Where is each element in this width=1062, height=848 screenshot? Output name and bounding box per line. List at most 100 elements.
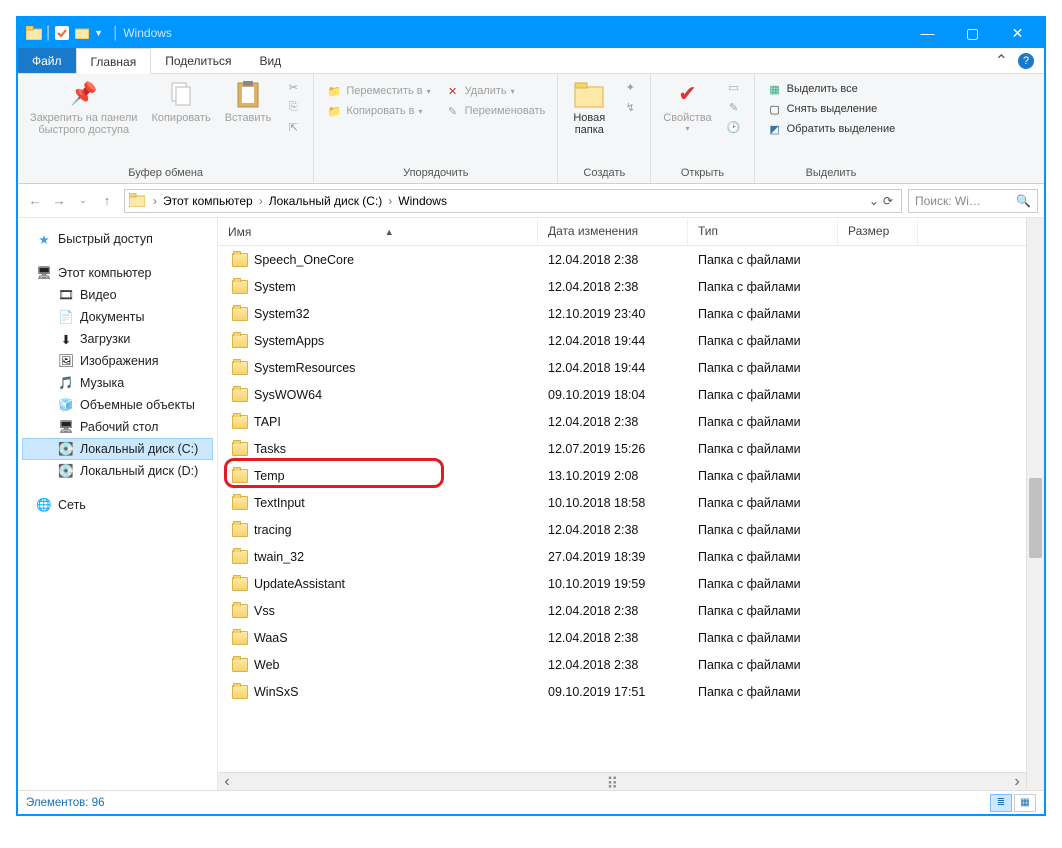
open-button[interactable]: ▭ [722,78,746,96]
folder-icon [232,496,248,510]
edit-button[interactable]: ✎ [722,98,746,116]
col-size[interactable]: Размер [838,218,918,245]
col-name[interactable]: Имя▲ [218,218,538,245]
properties-button[interactable]: ✔ Свойства ▾ [657,76,717,135]
tab-home[interactable]: Главная [76,48,152,74]
crumb-drive[interactable]: Локальный диск (C:) [267,194,385,208]
table-row[interactable]: System 12.04.2018 2:38 Папка с файлами [218,273,1026,300]
breadcrumb[interactable]: › Этот компьютер › Локальный диск (C:) ›… [124,189,902,213]
new-folder-button[interactable]: Новая папка [564,76,614,138]
copy-path-button[interactable]: ⎘ [281,98,305,116]
nav-recent-button[interactable]: ⌄ [72,190,94,212]
history-dropdown-icon[interactable]: ⌄ [869,194,879,208]
title-separator: | [113,24,117,42]
tree-pictures[interactable]: 🖼Изображения [22,350,213,372]
tree-drive-c[interactable]: 💽Локальный диск (C:) [22,438,213,460]
file-name: SysWOW64 [254,388,322,402]
tree-downloads[interactable]: ⬇Загрузки [22,328,213,350]
crumb-folder[interactable]: Windows [396,194,449,208]
col-type[interactable]: Тип [688,218,838,245]
table-row[interactable]: tracing 12.04.2018 2:38 Папка с файлами [218,516,1026,543]
copy-to-button[interactable]: 📁Копировать в ▾ [322,102,434,120]
select-invert-button[interactable]: ◩Обратить выделение [763,120,900,138]
paste-button[interactable]: Вставить [219,76,278,126]
collapse-ribbon-icon[interactable]: ⌃ [995,51,1008,71]
tree-drive-d[interactable]: 💽Локальный диск (D:) [22,460,213,482]
crumb-pc[interactable]: Этот компьютер [161,194,255,208]
folder-icon [232,388,248,402]
close-button[interactable]: ✕ [995,19,1040,47]
easy-access-button[interactable]: ↯ [618,98,642,116]
table-row[interactable]: SystemApps 12.04.2018 19:44 Папка с файл… [218,327,1026,354]
table-row[interactable]: Speech_OneCore 12.04.2018 2:38 Папка с ф… [218,246,1026,273]
horizontal-scrollbar[interactable]: ‹ ⠿ › [218,772,1026,790]
tree-this-pc[interactable]: 🖥Этот компьютер [22,262,213,284]
new-item-icon: ✦ [622,79,638,95]
scroll-right-icon[interactable]: › [1008,773,1026,791]
nav-back-button[interactable]: ← [24,190,46,212]
vertical-scrollbar[interactable] [1026,218,1044,790]
nav-tree[interactable]: ★Быстрый доступ 🖥Этот компьютер 🎞Видео 📄… [18,218,218,790]
select-all-button[interactable]: ▦Выделить все [763,80,900,98]
table-row[interactable]: Temp 13.10.2019 2:08 Папка с файлами [218,462,1026,489]
tree-desktop[interactable]: 🖥Рабочий стол [22,416,213,438]
table-row[interactable]: Vss 12.04.2018 2:38 Папка с файлами [218,597,1026,624]
desktop-icon: 🖥 [58,419,74,435]
table-row[interactable]: WaaS 12.04.2018 2:38 Папка с файлами [218,624,1026,651]
qat-dropdown-icon[interactable]: ▼ [94,28,103,38]
move-to-button[interactable]: 📁Переместить в ▾ [322,82,434,100]
new-item-button[interactable]: ✦ [618,78,642,96]
table-row[interactable]: System32 12.10.2019 23:40 Папка с файлам… [218,300,1026,327]
checkbox-icon[interactable] [54,25,70,41]
tree-music[interactable]: 🎵Музыка [22,372,213,394]
tree-network[interactable]: 🌐Сеть [22,494,213,516]
maximize-button[interactable]: ▢ [950,19,995,47]
tree-video[interactable]: 🎞Видео [22,284,213,306]
history-icon: 🕑 [726,119,742,135]
rename-icon: ✎ [445,103,461,119]
search-input[interactable]: Поиск: Wi… 🔍 [908,189,1038,213]
delete-button[interactable]: ✕Удалить ▾ [441,82,550,100]
tab-view[interactable]: Вид [245,48,295,73]
col-date[interactable]: Дата изменения [538,218,688,245]
folder-icon [232,361,248,375]
minimize-button[interactable]: — [905,19,950,47]
table-row[interactable]: TAPI 12.04.2018 2:38 Папка с файлами [218,408,1026,435]
tab-file[interactable]: Файл [18,48,76,73]
search-icon: 🔍 [1016,194,1031,208]
tree-3d-objects[interactable]: 🧊Объемные объекты [22,394,213,416]
nav-up-button[interactable]: ↑ [96,190,118,212]
refresh-icon[interactable]: ⟳ [883,194,893,208]
cut-button[interactable]: ✂ [281,78,305,96]
scroll-left-icon[interactable]: ‹ [218,773,236,791]
help-icon[interactable]: ? [1018,53,1034,69]
file-date: 09.10.2019 17:51 [538,685,688,699]
table-row[interactable]: SystemResources 12.04.2018 19:44 Папка с… [218,354,1026,381]
view-details-button[interactable]: ≣ [990,794,1012,812]
titlebar: | ▼ | Windows — ▢ ✕ [18,18,1044,48]
chevron-right-icon[interactable]: › [255,194,267,208]
pin-quick-access-button[interactable]: 📌 Закрепить на панели быстрого доступа [24,76,143,138]
table-row[interactable]: Tasks 12.07.2019 15:26 Папка с файлами [218,435,1026,462]
view-thumbnails-button[interactable]: ▦ [1014,794,1036,812]
table-row[interactable]: WinSxS 09.10.2019 17:51 Папка с файлами [218,678,1026,705]
tab-share[interactable]: Поделиться [151,48,245,73]
table-row[interactable]: twain_32 27.04.2019 18:39 Папка с файлам… [218,543,1026,570]
table-row[interactable]: UpdateAssistant 10.10.2019 19:59 Папка с… [218,570,1026,597]
copy-button[interactable]: Копировать [145,76,216,126]
nav-forward-button[interactable]: → [48,190,70,212]
table-row[interactable]: Web 12.04.2018 2:38 Папка с файлами [218,651,1026,678]
select-none-button[interactable]: ▢Снять выделение [763,100,900,118]
table-row[interactable]: SysWOW64 09.10.2019 18:04 Папка с файлам… [218,381,1026,408]
table-row[interactable]: TextInput 10.10.2018 18:58 Папка с файла… [218,489,1026,516]
tree-quick-access[interactable]: ★Быстрый доступ [22,228,213,250]
tree-documents[interactable]: 📄Документы [22,306,213,328]
chevron-right-icon[interactable]: › [384,194,396,208]
paste-shortcut-button[interactable]: ⇱ [281,118,305,136]
history-button[interactable]: 🕑 [722,118,746,136]
chevron-right-icon[interactable]: › [149,194,161,208]
folder-small-icon[interactable] [74,25,90,41]
column-headers: Имя▲ Дата изменения Тип Размер [218,218,1026,246]
scroll-thumb[interactable] [1029,478,1042,558]
rename-button[interactable]: ✎Переименовать [441,102,550,120]
